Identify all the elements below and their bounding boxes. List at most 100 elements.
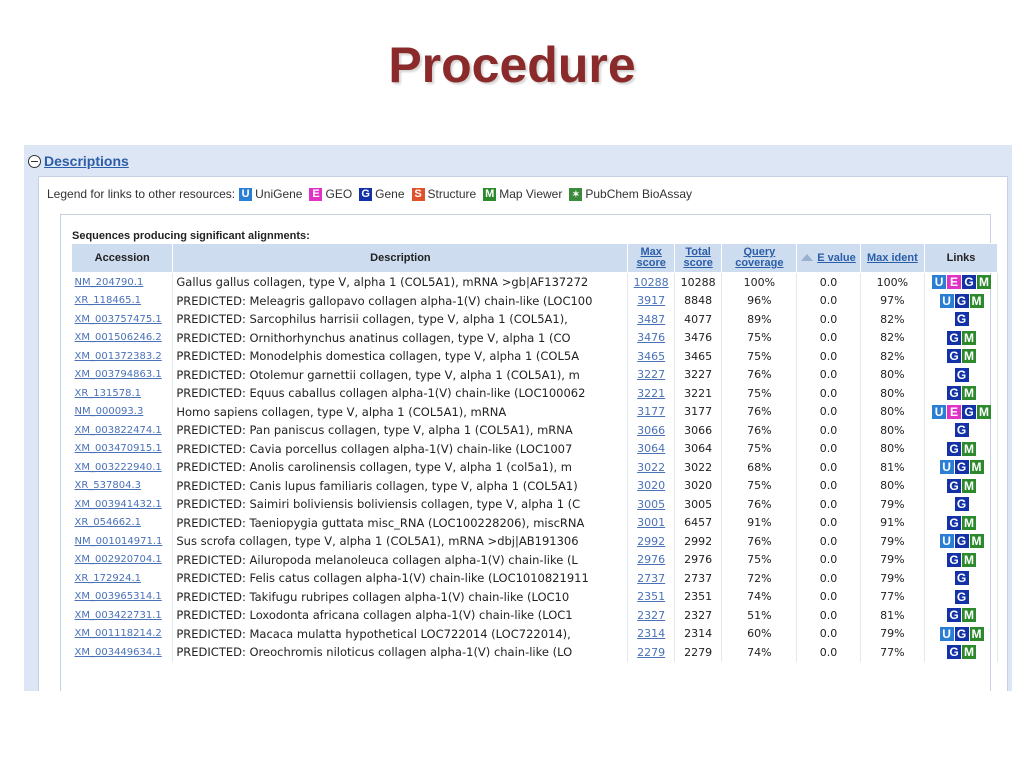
link-u-icon[interactable]: U xyxy=(939,626,954,641)
link-m-icon[interactable]: M xyxy=(962,515,977,530)
link-g-icon[interactable]: G xyxy=(954,460,969,475)
link-m-icon[interactable]: M xyxy=(977,275,992,290)
link-e-icon[interactable]: E xyxy=(947,275,962,290)
max-score-link[interactable]: 3066 xyxy=(627,421,675,440)
link-g-icon[interactable]: G xyxy=(954,423,969,438)
col-max-score[interactable]: Max score xyxy=(627,243,675,273)
description-cell: PREDICTED: Taeniopygia guttata misc_RNA … xyxy=(172,513,629,532)
link-u-icon[interactable]: U xyxy=(932,275,947,290)
max-score-link[interactable]: 2976 xyxy=(627,550,675,569)
accession-link[interactable]: XR_054662.1 xyxy=(71,513,174,532)
max-score-link[interactable]: 3487 xyxy=(627,310,675,329)
link-g-icon[interactable]: G xyxy=(947,441,962,456)
link-g-icon[interactable]: G xyxy=(954,589,969,604)
accession-link[interactable]: XR_131578.1 xyxy=(71,384,174,403)
link-u-icon[interactable]: U xyxy=(939,293,954,308)
link-g-icon[interactable]: G xyxy=(954,293,969,308)
max-score-link[interactable]: 3001 xyxy=(627,513,675,532)
max-score-link[interactable]: 3476 xyxy=(627,328,675,347)
accession-link[interactable]: XM_002920704.1 xyxy=(71,550,174,569)
link-g-icon[interactable]: G xyxy=(947,552,962,567)
max-score-link[interactable]: 2327 xyxy=(627,606,675,625)
max-score-link[interactable]: 3022 xyxy=(627,458,675,477)
col-total-score[interactable]: Total score xyxy=(673,243,723,273)
accession-link[interactable]: XM_003941432.1 xyxy=(71,495,174,514)
link-m-icon[interactable]: M xyxy=(962,349,977,364)
max-score-link[interactable]: 2737 xyxy=(627,569,675,588)
link-u-icon[interactable]: U xyxy=(939,460,954,475)
links-cell: UGM xyxy=(924,624,998,643)
accession-link[interactable]: XM_003422731.1 xyxy=(71,606,174,625)
max-score-link[interactable]: 2314 xyxy=(627,624,675,643)
accession-link[interactable]: NM_001014971.1 xyxy=(71,532,174,551)
link-g-icon[interactable]: G xyxy=(954,534,969,549)
max-score-link[interactable]: 3227 xyxy=(627,365,675,384)
col-e-value[interactable]: E value xyxy=(796,243,861,273)
link-g-icon[interactable]: G xyxy=(954,312,969,327)
link-m-icon[interactable]: M xyxy=(962,478,977,493)
link-g-icon[interactable]: G xyxy=(947,386,962,401)
total-score-cell: 2992 xyxy=(674,532,723,551)
link-u-icon[interactable]: U xyxy=(932,404,947,419)
link-g-icon[interactable]: G xyxy=(947,330,962,345)
link-m-icon[interactable]: M xyxy=(962,608,977,623)
max-score-link[interactable]: 3465 xyxy=(627,347,675,366)
max-score-link[interactable]: 3221 xyxy=(627,384,675,403)
accession-link[interactable]: XM_003822474.1 xyxy=(71,421,174,440)
accession-link[interactable]: XM_003470915.1 xyxy=(71,439,174,458)
link-g-icon[interactable]: G xyxy=(947,515,962,530)
ident-cell: 79% xyxy=(860,532,926,551)
link-g-icon[interactable]: G xyxy=(962,275,977,290)
max-score-link[interactable]: 3917 xyxy=(627,291,675,310)
max-score-link[interactable]: 10288 xyxy=(627,272,675,292)
link-e-icon[interactable]: E xyxy=(947,404,962,419)
link-g-icon[interactable]: G xyxy=(947,478,962,493)
link-u-icon[interactable]: U xyxy=(939,534,954,549)
link-g-icon[interactable]: G xyxy=(947,608,962,623)
link-m-icon[interactable]: M xyxy=(969,626,984,641)
accession-link[interactable]: XM_003965314.1 xyxy=(71,587,174,606)
link-g-icon[interactable]: G xyxy=(954,497,969,512)
link-m-icon[interactable]: M xyxy=(962,645,977,660)
link-m-icon[interactable]: M xyxy=(962,386,977,401)
accession-link[interactable]: XR_172924.1 xyxy=(71,569,174,588)
link-m-icon[interactable]: M xyxy=(962,330,977,345)
accession-link[interactable]: XM_003449634.1 xyxy=(71,643,174,662)
link-g-icon[interactable]: G xyxy=(954,367,969,382)
link-m-icon[interactable]: M xyxy=(969,460,984,475)
max-score-link[interactable]: 2279 xyxy=(627,643,675,662)
accession-link[interactable]: XM_001372383.2 xyxy=(71,347,174,366)
table-row: XM_003449634.1 PREDICTED: Oreochromis nil… xyxy=(71,643,998,662)
link-g-icon[interactable]: G xyxy=(954,626,969,641)
link-m-icon[interactable]: M xyxy=(962,441,977,456)
link-m-icon[interactable]: M xyxy=(969,534,984,549)
accession-link[interactable]: XM_001118214.2 xyxy=(71,624,174,643)
coverage-cell: 76% xyxy=(721,495,798,514)
link-g-icon[interactable]: G xyxy=(947,349,962,364)
accession-link[interactable]: NM_000093.3 xyxy=(71,402,174,421)
accession-link[interactable]: XM_001506246.2 xyxy=(71,328,174,347)
max-score-link[interactable]: 3177 xyxy=(627,402,675,421)
link-m-icon[interactable]: M xyxy=(962,552,977,567)
accession-link[interactable]: XR_537804.3 xyxy=(71,476,174,495)
link-g-icon[interactable]: G xyxy=(947,645,962,660)
max-score-link[interactable]: 3020 xyxy=(627,476,675,495)
accession-link[interactable]: XM_003757475.1 xyxy=(71,310,174,329)
max-score-link[interactable]: 3005 xyxy=(627,495,675,514)
link-g-icon[interactable]: G xyxy=(962,404,977,419)
max-score-link[interactable]: 2351 xyxy=(627,587,675,606)
col-query-coverage[interactable]: Query coverage xyxy=(721,243,798,273)
accession-link[interactable]: XM_003794863.1 xyxy=(71,365,174,384)
total-score-cell: 3221 xyxy=(674,384,723,403)
accession-link[interactable]: XM_003222940.1 xyxy=(71,458,174,477)
descriptions-link[interactable]: Descriptions xyxy=(44,153,129,169)
link-m-icon[interactable]: M xyxy=(977,404,992,419)
max-score-link[interactable]: 2992 xyxy=(627,532,675,551)
collapse-icon[interactable] xyxy=(28,154,41,168)
col-max-ident[interactable]: Max ident xyxy=(859,243,926,273)
accession-link[interactable]: XR_118465.1 xyxy=(71,291,174,310)
accession-link[interactable]: NM_204790.1 xyxy=(71,272,174,292)
link-g-icon[interactable]: G xyxy=(954,571,969,586)
link-m-icon[interactable]: M xyxy=(969,293,984,308)
max-score-link[interactable]: 3064 xyxy=(627,439,675,458)
